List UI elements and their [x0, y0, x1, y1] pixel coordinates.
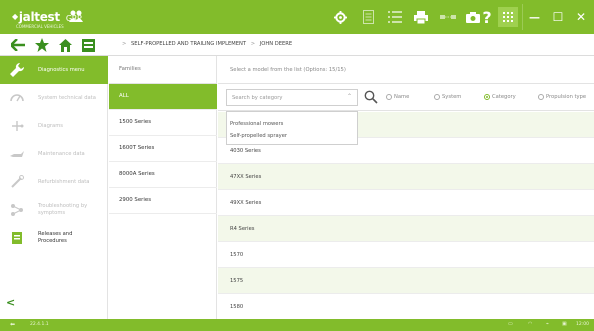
help-icon[interactable]: ? — [478, 8, 496, 27]
sidebar-item-label: Diagrams — [38, 122, 63, 129]
home-icon[interactable] — [57, 37, 73, 53]
sidebar-item-label: Maintenance data — [38, 150, 85, 157]
search-input[interactable] — [227, 90, 337, 105]
radio-dot[interactable] — [434, 94, 440, 100]
close-button[interactable]: ✕ — [570, 4, 592, 30]
maximize-button[interactable]: ☐ — [546, 4, 570, 30]
sidebar-item-troubleshooting[interactable]: Troubleshooting by symptoms — [0, 196, 108, 224]
back-arrow-icon[interactable]: ⬅ — [10, 321, 15, 328]
category-search-field[interactable]: ⌃ — [226, 89, 358, 106]
breadcrumb: > SELF-PROPELLED AND TRAILING IMPLEMENT … — [122, 41, 295, 47]
version-label: 22.4.1.1 — [30, 322, 49, 327]
model-row[interactable]: 49XX Series — [218, 190, 594, 216]
family-item-all[interactable]: ALL — [109, 84, 217, 110]
connection-icon[interactable] — [439, 8, 457, 26]
sidebar-item-releases-procedures[interactable]: Releases and Procedures — [0, 224, 108, 252]
minimize-button[interactable]: — — [522, 4, 546, 30]
families-header: Families — [109, 56, 217, 84]
breadcrumb-separator: > — [250, 41, 256, 47]
favorite-star-icon[interactable] — [34, 37, 50, 53]
sidebar-item-label: Refurbishment data — [38, 178, 90, 185]
chevron-up-icon[interactable]: ⌃ — [347, 93, 352, 100]
model-row[interactable]: 1575 — [218, 268, 594, 294]
families-panel: Families ALL 1500 Series 1600T Series 80… — [109, 56, 217, 319]
print-icon[interactable] — [412, 8, 430, 26]
category-dropdown: Professional mowers Self-propelled spray… — [226, 111, 358, 145]
sidebar: Diagnostics menu System technical data D… — [0, 56, 108, 319]
family-item[interactable]: 1600T Series — [109, 136, 217, 162]
book-icon — [12, 232, 22, 244]
model-row[interactable]: 47XX Series — [218, 164, 594, 190]
collapse-sidebar-button[interactable]: < — [6, 296, 20, 310]
filter-radio-category[interactable]: Category — [484, 94, 516, 100]
sidebar-item-label: Diagnostics menu — [38, 66, 85, 73]
logo-tagline: COMMERCIAL VEHICLES — [16, 24, 64, 29]
nav-bar: > SELF-PROPELLED AND TRAILING IMPLEMENT … — [0, 34, 594, 56]
list-icon[interactable] — [386, 8, 404, 26]
models-panel: Select a model from the list (Options: 1… — [218, 56, 594, 320]
status-bar: ⬅ 22.4.1.1 ▭ ◠ ⌁ ▣ 12:00 — [0, 319, 594, 331]
model-row[interactable]: R4 Series — [218, 216, 594, 242]
family-item[interactable]: 1500 Series — [109, 110, 217, 136]
sidebar-item-label: Troubleshooting by symptoms — [38, 203, 88, 216]
filter-radio-name[interactable]: Name — [386, 94, 409, 100]
wifi-icon: ◠ — [528, 321, 533, 327]
wrench-icon — [10, 63, 24, 77]
monitor-icon: ▣ — [562, 321, 567, 327]
dropdown-option[interactable]: Professional mowers — [230, 121, 283, 127]
filter-radio-propulsion-type[interactable]: Propulsion type — [538, 94, 586, 100]
search-icon[interactable] — [364, 90, 378, 104]
models-header: Select a model from the list (Options: 1… — [218, 56, 594, 84]
people-icon[interactable] — [68, 9, 84, 23]
breadcrumb-item-implement[interactable]: SELF-PROPELLED AND TRAILING IMPLEMENT — [131, 41, 246, 47]
apps-grid-icon[interactable] — [498, 7, 518, 27]
sidebar-item-maintenance-data[interactable]: Maintenance data — [0, 140, 108, 168]
radio-dot[interactable] — [538, 94, 544, 100]
filter-radio-system[interactable]: System — [434, 94, 461, 100]
radio-dot[interactable] — [386, 94, 392, 100]
sidebar-item-refurbishment-data[interactable]: Refurbishment data — [0, 168, 108, 196]
back-arrow-icon[interactable] — [10, 37, 26, 53]
sidebar-item-label: Releases and Procedures — [38, 231, 73, 244]
sidebar-item-system-technical-data[interactable]: System technical data — [0, 84, 108, 112]
clock: 12:00 — [576, 322, 589, 327]
breadcrumb-separator: > — [122, 41, 127, 47]
oil-can-icon — [10, 151, 24, 157]
battery-icon: ▭ — [508, 321, 513, 327]
filter-row: ⌃ Name System Category Propulsion type — [218, 84, 594, 111]
sidebar-item-label: System technical data — [38, 94, 96, 101]
model-row[interactable]: 1570 — [218, 242, 594, 268]
model-row[interactable]: 1580 — [218, 294, 594, 320]
settings-icon[interactable] — [331, 8, 349, 26]
dropdown-option[interactable]: Self-propelled sprayer — [230, 133, 287, 139]
gauge-icon — [10, 94, 24, 102]
vehicle-info-icon[interactable] — [80, 37, 96, 53]
sidebar-item-diagnostics-menu[interactable]: Diagnostics menu — [0, 56, 108, 84]
breadcrumb-item-brand[interactable]: JOHN DEERE — [260, 41, 292, 47]
link-icon: ⌁ — [546, 321, 550, 327]
family-item[interactable]: 8000A Series — [109, 162, 217, 188]
top-bar: ◆jaltest GRP COMMERCIAL VEHICLES ? — ☐ ✕ — [0, 0, 594, 34]
document-icon[interactable] — [359, 8, 377, 26]
sidebar-item-diagrams[interactable]: Diagrams — [0, 112, 108, 140]
radio-dot[interactable] — [484, 94, 490, 100]
diagram-icon — [12, 121, 24, 131]
tools-icon — [11, 175, 24, 188]
network-icon — [11, 204, 23, 216]
family-item[interactable]: 2900 Series — [109, 188, 217, 214]
